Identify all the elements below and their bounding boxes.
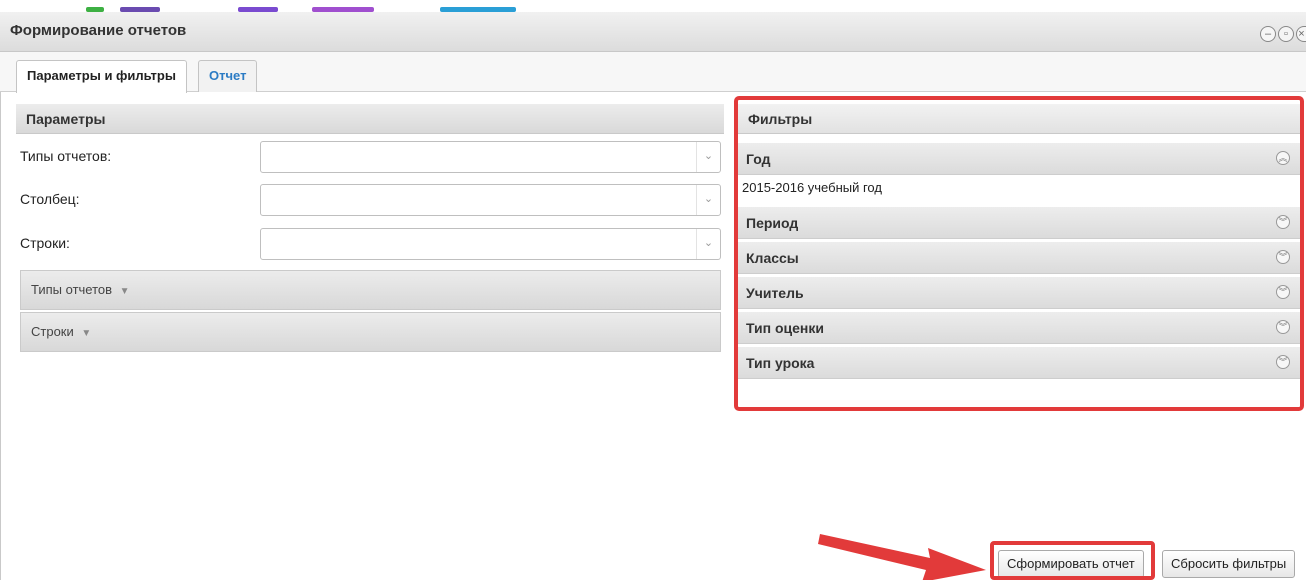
annotation-arrow-icon — [818, 534, 986, 580]
expand-icon[interactable]: ︾ — [1276, 320, 1290, 334]
chevron-down-icon[interactable]: ⌄ — [696, 185, 720, 215]
filter-period-label: Период — [746, 215, 799, 231]
column-select[interactable]: ⌄ — [260, 184, 721, 216]
report-types-group[interactable]: Типы отчетов ▼ — [20, 270, 721, 310]
background-page-fragment — [0, 0, 1306, 12]
filter-lesson-type[interactable]: Тип урока ︾ — [738, 347, 1302, 379]
reset-filters-button[interactable]: Сбросить фильтры — [1162, 550, 1296, 578]
filters-header: Фильтры — [738, 104, 1302, 134]
filter-year-value[interactable]: 2015-2016 учебный год — [742, 180, 882, 195]
rows-group-label: Строки — [31, 324, 74, 339]
params-header: Параметры — [16, 104, 724, 134]
filter-period[interactable]: Период ︾ — [738, 207, 1302, 239]
filter-teacher-label: Учитель — [746, 285, 804, 301]
filter-classes[interactable]: Классы ︾ — [738, 242, 1302, 274]
caret-down-icon: ▼ — [119, 286, 130, 297]
rows-select[interactable]: ⌄ — [260, 228, 721, 260]
collapse-icon[interactable]: ︽ — [1276, 151, 1290, 165]
caret-down-icon: ▼ — [81, 328, 92, 339]
tab-report[interactable]: Отчет — [198, 60, 258, 92]
report-types-label: Типы отчетов: — [20, 148, 112, 164]
window-title: Формирование отчетов — [10, 22, 187, 39]
expand-icon[interactable]: ︾ — [1276, 250, 1290, 264]
chevron-down-icon[interactable]: ⌄ — [696, 229, 720, 259]
report-types-group-label: Типы отчетов — [31, 282, 113, 297]
rows-label: Строки: — [20, 235, 70, 251]
minimize-icon[interactable]: – — [1260, 26, 1276, 42]
restore-icon[interactable]: ▫ — [1278, 26, 1294, 42]
filter-grade-type-label: Тип оценки — [746, 320, 824, 336]
expand-icon[interactable]: ︾ — [1276, 215, 1290, 229]
title-bar[interactable]: Формирование отчетов – ▫ × — [0, 12, 1306, 52]
rows-group[interactable]: Строки ▼ — [20, 312, 721, 352]
report-types-select[interactable]: ⌄ — [260, 141, 721, 173]
generate-report-button[interactable]: Сформировать отчет — [998, 550, 1144, 578]
tab-params-filters[interactable]: Параметры и фильтры — [16, 60, 187, 93]
filter-classes-label: Классы — [746, 250, 799, 266]
expand-icon[interactable]: ︾ — [1276, 355, 1290, 369]
close-icon[interactable]: × — [1296, 26, 1306, 42]
filter-teacher[interactable]: Учитель ︾ — [738, 277, 1302, 309]
expand-icon[interactable]: ︾ — [1276, 285, 1290, 299]
column-label: Столбец: — [20, 191, 80, 207]
filter-lesson-type-label: Тип урока — [746, 355, 815, 371]
filter-year[interactable]: Год ︽ — [738, 143, 1302, 175]
chevron-down-icon[interactable]: ⌄ — [696, 142, 720, 172]
filter-grade-type[interactable]: Тип оценки ︾ — [738, 312, 1302, 344]
filter-year-label: Год — [746, 151, 771, 167]
tab-strip — [0, 52, 1306, 92]
